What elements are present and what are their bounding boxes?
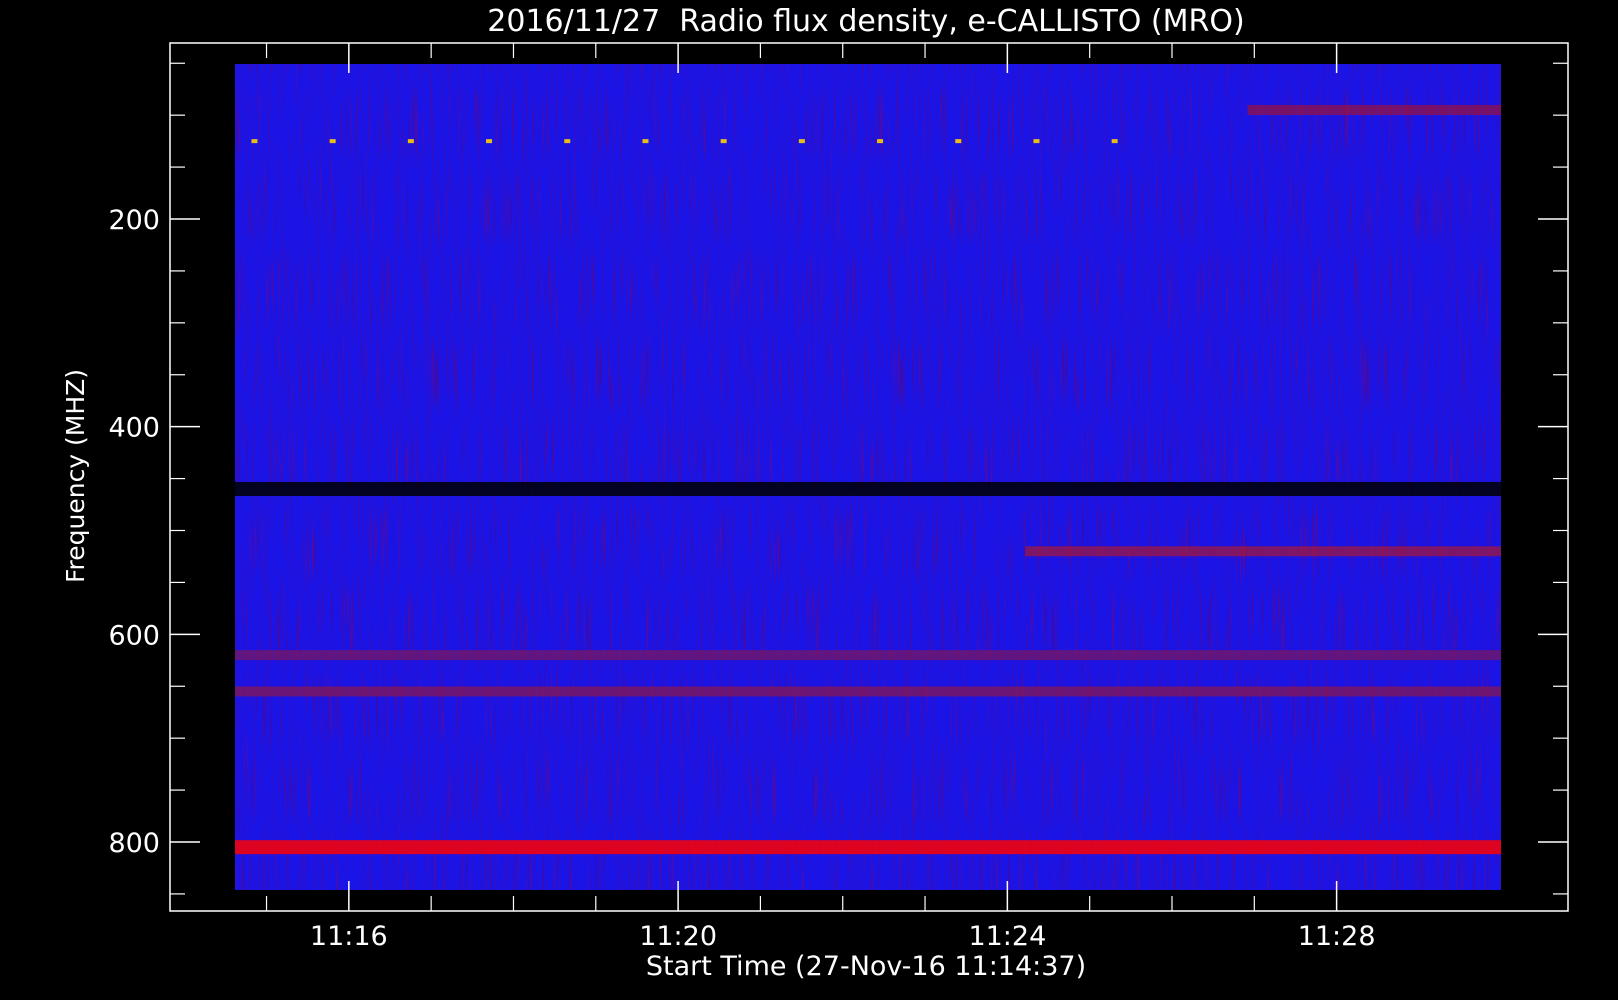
band-805 — [235, 840, 1501, 855]
band-655 — [235, 686, 1501, 697]
spectrogram-area — [235, 64, 1501, 890]
y-tick-label: 600 — [108, 620, 160, 651]
x-axis-label: Start Time (27-Nov-16 11:14:37) — [646, 951, 1086, 982]
band-95 — [1247, 104, 1501, 115]
spectrogram-texture — [235, 64, 1501, 890]
band-spot-125 — [1111, 139, 1118, 144]
band-spot-125 — [798, 139, 805, 144]
chart-title: 2016/11/27 Radio flux density, e-CALLIST… — [487, 4, 1244, 39]
x-tick-label: 11:16 — [310, 921, 388, 952]
x-tick-label: 11:28 — [1298, 921, 1376, 952]
band-spot-125 — [720, 139, 727, 144]
band-spot-125 — [564, 139, 571, 144]
band-spot-125 — [251, 139, 258, 144]
spectrogram-chart: 2016/11/27 Radio flux density, e-CALLIST… — [61, 4, 1569, 982]
y-tick-label: 200 — [108, 205, 160, 236]
band-620 — [235, 650, 1501, 661]
band-spot-125 — [407, 139, 414, 144]
band-spot-125 — [642, 139, 649, 144]
band-spot-125 — [955, 139, 962, 144]
y-tick-label: 800 — [108, 828, 160, 859]
band-spot-125 — [486, 139, 493, 144]
band-spot-125 — [877, 139, 884, 144]
y-axis-label: Frequency (MHZ) — [61, 369, 90, 583]
x-tick-label: 11:20 — [639, 921, 717, 952]
y-tick-label: 400 — [108, 413, 160, 444]
band-spot-125 — [329, 139, 336, 144]
band-520 — [1025, 546, 1501, 557]
band-spot-125 — [1033, 139, 1040, 144]
x-tick-label: 11:24 — [968, 921, 1046, 952]
band-460 — [235, 481, 1501, 496]
